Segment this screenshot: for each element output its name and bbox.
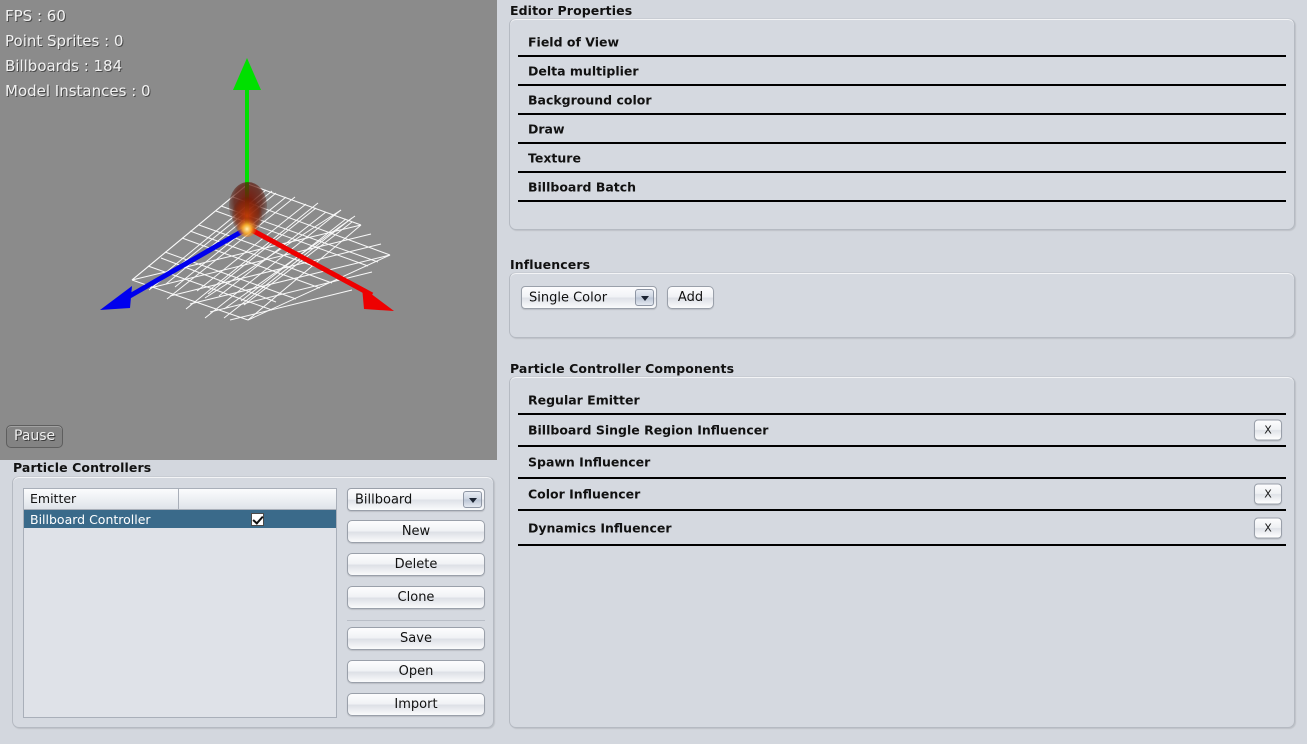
remove-component-button[interactable]: X [1254, 483, 1282, 505]
component-row-dynamics-influencer[interactable]: Dynamics Influencer X [518, 511, 1286, 546]
property-row-delta-multiplier[interactable]: Delta multiplier [518, 57, 1286, 86]
table-header-row: Emitter [24, 489, 336, 510]
property-row-texture[interactable]: Texture [518, 144, 1286, 173]
remove-component-button[interactable]: X [1254, 419, 1282, 441]
editor-properties-panel: Field of View Delta multiplier Backgroun… [509, 18, 1295, 230]
column-header-enabled [179, 489, 336, 509]
property-label: Draw [528, 121, 565, 136]
component-label: Dynamics Influencer [528, 520, 672, 535]
property-row-background-color[interactable]: Background color [518, 86, 1286, 115]
influencers-title: Influencers [510, 257, 591, 272]
open-controller-button[interactable]: Open [347, 660, 485, 683]
component-row-color-influencer[interactable]: Color Influencer X [518, 479, 1286, 511]
add-influencer-button[interactable]: Add [667, 286, 714, 309]
delete-controller-button[interactable]: Delete [347, 553, 485, 576]
property-label: Billboard Batch [528, 179, 637, 194]
3d-viewport[interactable]: FPS : 60 Point Sprites : 0 Billboards : … [0, 0, 497, 460]
component-label: Color Influencer [528, 486, 641, 502]
property-label: Texture [528, 150, 581, 165]
viewport-scene [100, 58, 394, 321]
component-row-regular-emitter[interactable]: Regular Emitter [518, 386, 1286, 415]
button-group-divider [347, 620, 485, 621]
particle-controllers-title: Particle Controllers [13, 460, 152, 475]
pause-button[interactable]: Pause [6, 425, 64, 448]
component-row-billboard-single-region-influencer[interactable]: Billboard Single Region Influencer X [518, 415, 1286, 447]
checkbox-icon[interactable] [251, 512, 264, 526]
components-title: Particle Controller Components [510, 361, 735, 376]
import-controller-button[interactable]: Import [347, 693, 485, 716]
property-label: Field of View [528, 34, 620, 49]
new-controller-button[interactable]: New [347, 520, 485, 543]
property-label: Delta multiplier [528, 63, 639, 78]
components-panel: Regular Emitter Billboard Single Region … [509, 376, 1295, 728]
property-label: Background color [528, 92, 652, 107]
remove-component-button[interactable]: X [1254, 517, 1282, 538]
chevron-down-icon[interactable] [463, 491, 482, 508]
emitter-name: Billboard Controller [30, 511, 151, 527]
influencer-type-select[interactable]: Single Color [521, 286, 657, 309]
component-label: Billboard Single Region Influencer [528, 422, 769, 438]
particle-controllers-panel: Emitter Billboard Controller Billboard N… [12, 476, 494, 728]
table-row[interactable]: Billboard Controller [24, 510, 336, 528]
chevron-down-icon[interactable] [635, 289, 654, 306]
controller-type-select[interactable]: Billboard [347, 488, 485, 511]
influencer-type-value: Single Color [529, 290, 608, 305]
controller-type-value: Billboard [355, 492, 413, 507]
particle-editor-window: FPS : 60 Point Sprites : 0 Billboards : … [0, 0, 1307, 744]
clone-controller-button[interactable]: Clone [347, 586, 485, 609]
save-controller-button[interactable]: Save [347, 627, 485, 650]
editor-properties-title: Editor Properties [510, 3, 633, 18]
component-row-spawn-influencer[interactable]: Spawn Influencer [518, 447, 1286, 479]
property-row-billboard-batch[interactable]: Billboard Batch [518, 173, 1286, 202]
emitter-enabled-cell[interactable] [179, 512, 336, 526]
property-row-field-of-view[interactable]: Field of View [518, 28, 1286, 57]
flame-particles [229, 182, 267, 237]
influencers-panel: Single Color Add [509, 272, 1295, 338]
column-header-emitter: Emitter [24, 489, 179, 509]
emitter-table[interactable]: Emitter Billboard Controller [23, 488, 337, 718]
property-row-draw[interactable]: Draw [518, 115, 1286, 144]
component-label: Spawn Influencer [528, 454, 651, 470]
component-label: Regular Emitter [528, 392, 640, 407]
